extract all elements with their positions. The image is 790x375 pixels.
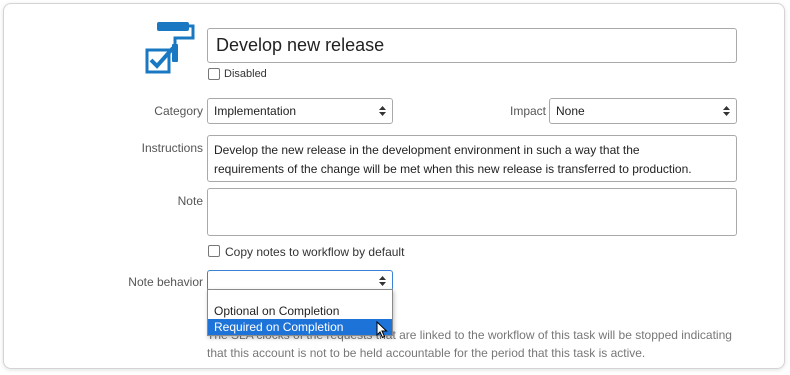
note-label: Note (177, 194, 203, 208)
copy-notes-label: Copy notes to workflow by default (225, 245, 405, 259)
category-select[interactable]: Implementation (207, 98, 393, 124)
note-behavior-select[interactable] (207, 270, 393, 291)
note-behavior-label: Note behavior (128, 275, 203, 289)
select-arrows-icon (379, 276, 386, 286)
category-value: Implementation (214, 104, 297, 118)
impact-value: None (556, 104, 585, 118)
task-title-input[interactable]: Develop new release (207, 28, 737, 63)
note-behavior-dropdown: Optional on Completion Required on Compl… (207, 289, 393, 336)
select-arrows-icon (379, 106, 386, 116)
option-optional-on-completion[interactable]: Optional on Completion (208, 303, 392, 319)
copy-notes-checkbox[interactable] (208, 245, 220, 257)
instructions-label: Instructions (141, 141, 203, 155)
instructions-line-2: requirements of the change will be met w… (214, 162, 692, 176)
impact-label: Impact (509, 104, 546, 118)
sla-help-line-2: that this account is not to be held acco… (207, 346, 646, 360)
option-required-on-completion[interactable]: Required on Completion (208, 319, 392, 335)
disabled-checkbox[interactable] (208, 68, 220, 80)
note-textarea[interactable] (207, 188, 737, 236)
impact-select[interactable]: None (549, 98, 737, 124)
mouse-cursor-icon (376, 321, 388, 339)
disabled-label: Disabled (224, 68, 267, 80)
task-icon (145, 22, 195, 74)
select-arrows-icon (723, 106, 730, 116)
category-label: Category (154, 104, 203, 118)
instructions-textarea[interactable]: Develop the new release in the developme… (207, 135, 737, 182)
instructions-line-1: Develop the new release in the developme… (214, 143, 640, 157)
